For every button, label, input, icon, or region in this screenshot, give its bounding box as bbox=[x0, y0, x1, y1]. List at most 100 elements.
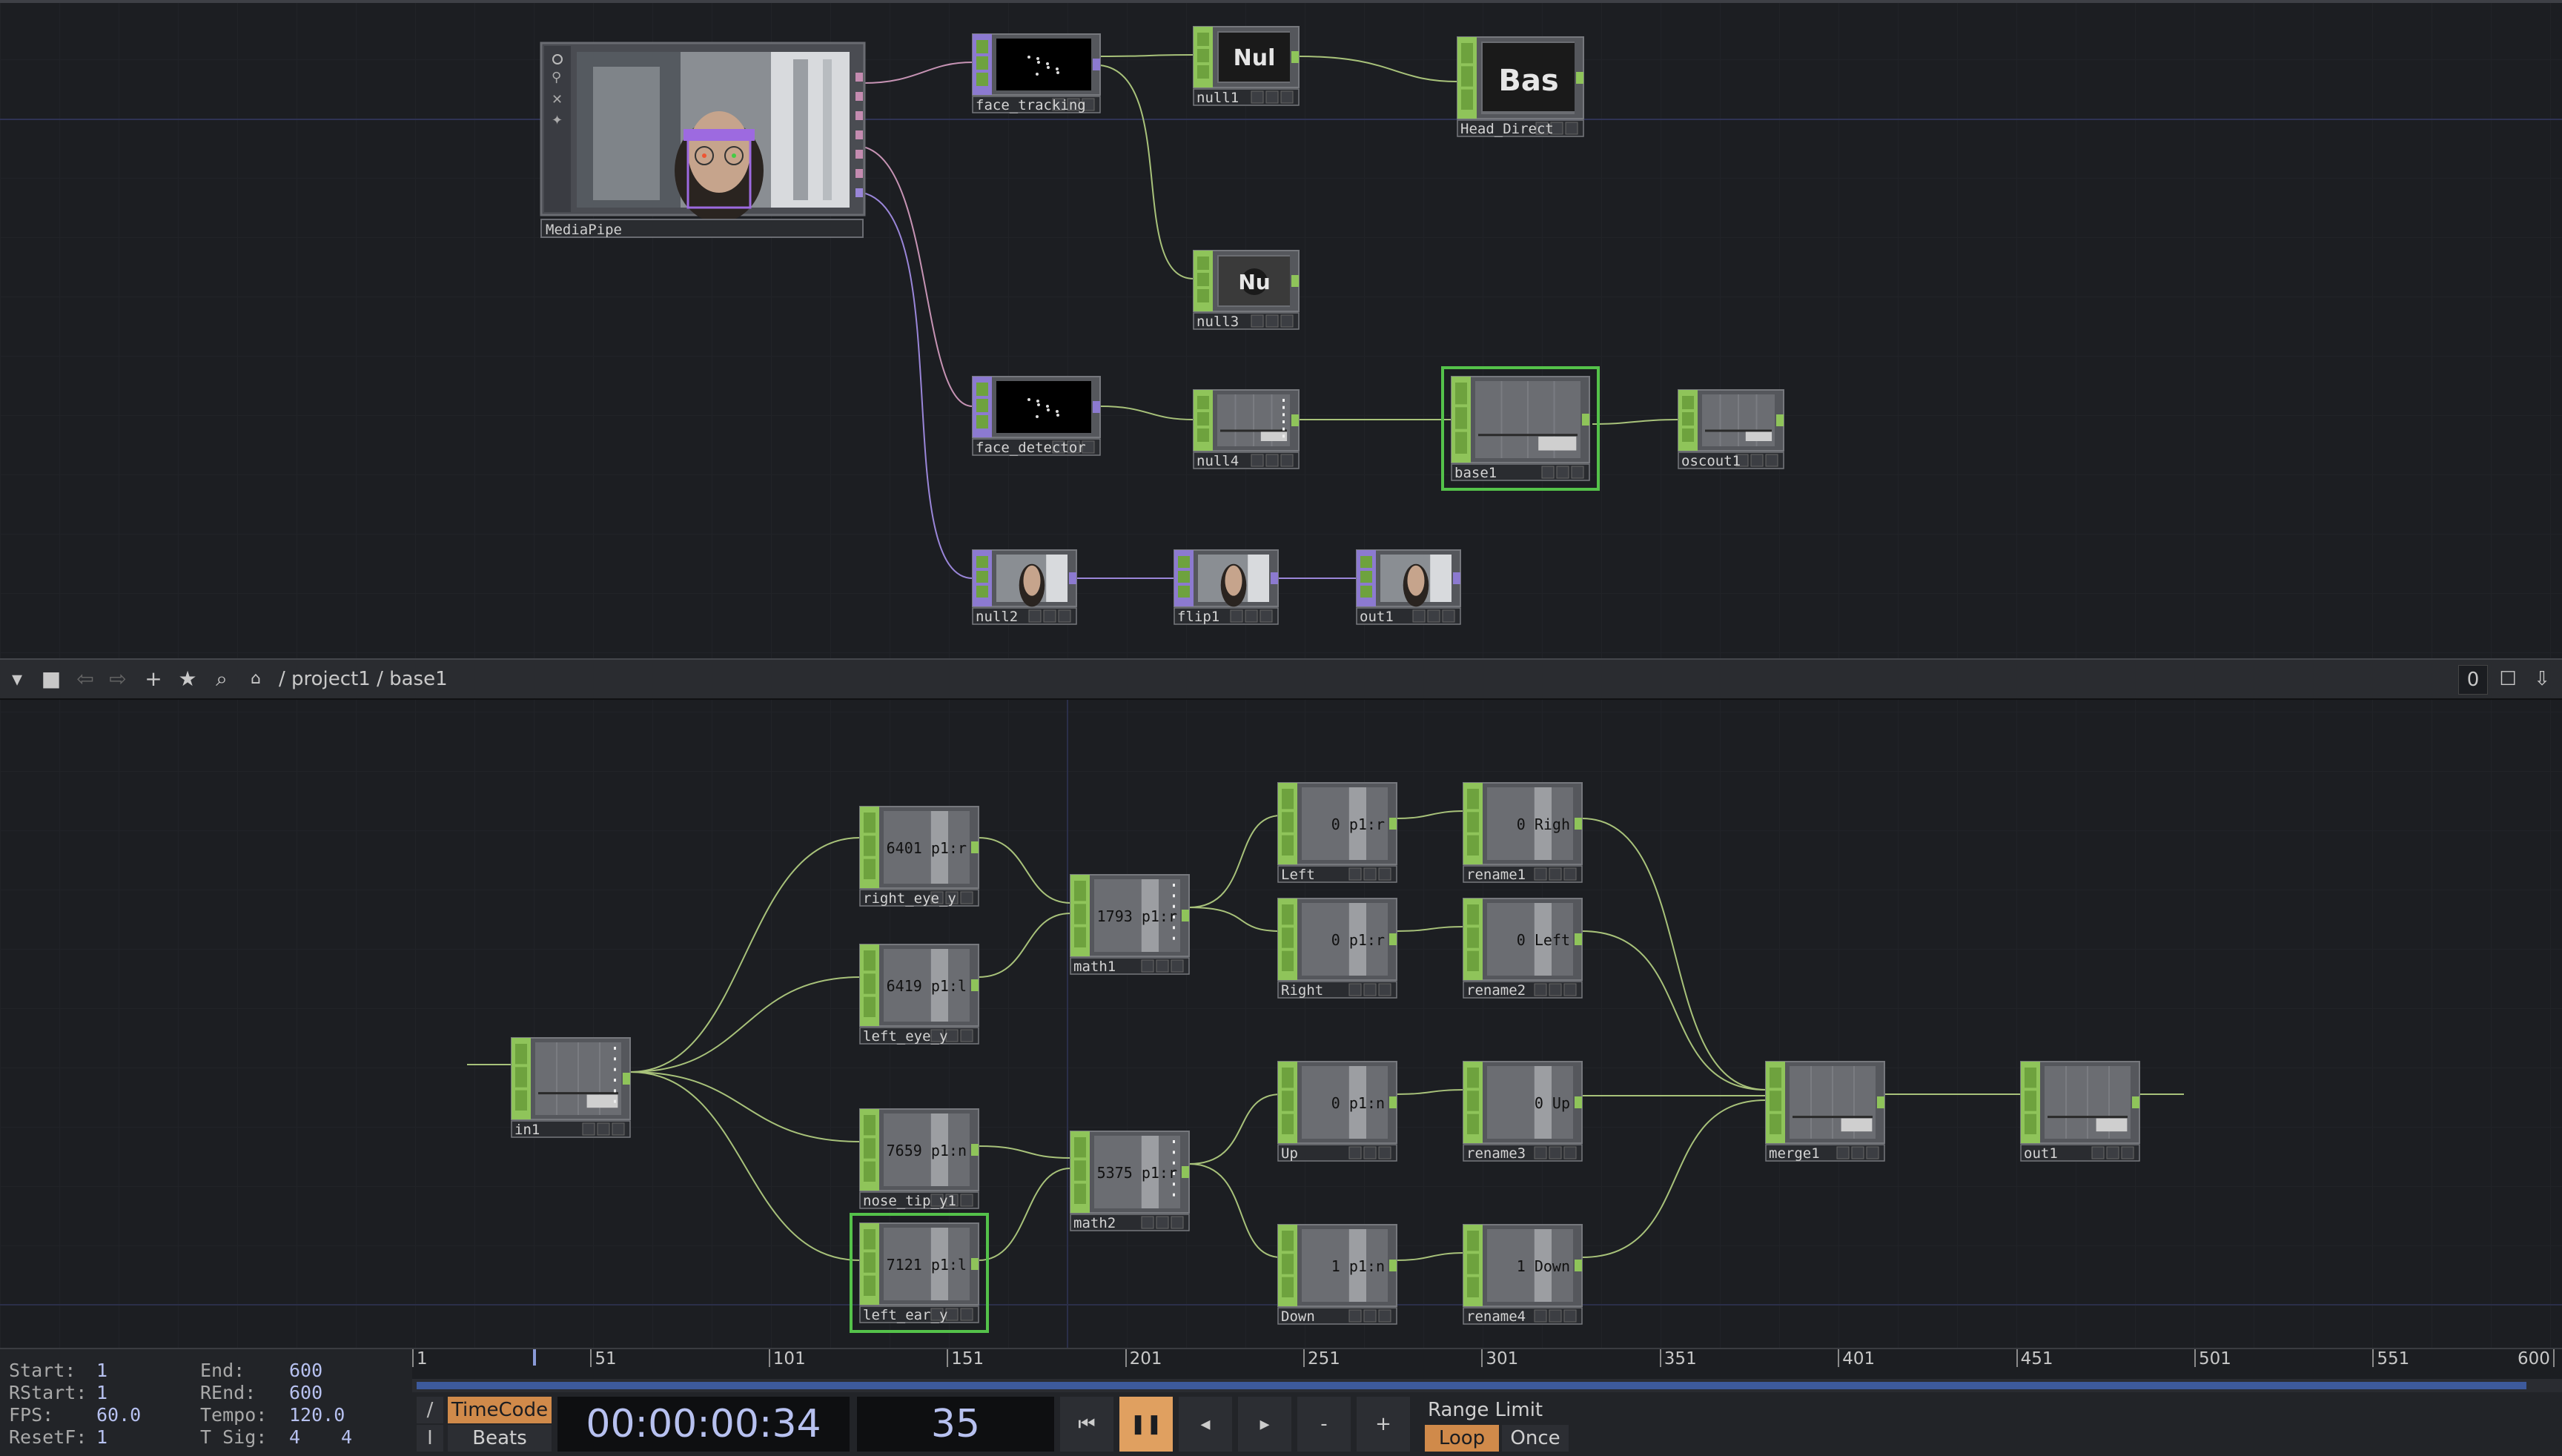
node-label: in1 bbox=[514, 1122, 540, 1138]
node-math2[interactable]: 5375 p1:r math2 bbox=[1070, 1131, 1190, 1231]
node-value: 0 Righ bbox=[1517, 815, 1570, 833]
timeline-tick: 351 bbox=[1659, 1349, 1697, 1369]
node-null4[interactable]: null4 bbox=[1193, 389, 1300, 469]
once-toggle[interactable]: Once bbox=[1502, 1425, 1569, 1452]
timeline-tick: 501 bbox=[2194, 1349, 2231, 1369]
null1-preview: Nul bbox=[1234, 45, 1276, 71]
resetf-label: ResetF: bbox=[9, 1426, 87, 1448]
node-label: left_ear_y bbox=[863, 1307, 947, 1323]
tsig-label: T Sig: bbox=[200, 1426, 268, 1448]
tsig-denominator[interactable]: 4 bbox=[341, 1426, 352, 1448]
slash-button[interactable]: / bbox=[417, 1397, 443, 1423]
fps-label: FPS: bbox=[9, 1404, 54, 1426]
timecode-toggle[interactable]: TimeCode bbox=[448, 1397, 552, 1423]
node-left-eye-y[interactable]: 6419 p1:l left_eye_y bbox=[859, 944, 979, 1045]
node-label: Right bbox=[1281, 982, 1323, 999]
node-in1[interactable]: in1 bbox=[511, 1037, 631, 1138]
end-label: End: bbox=[200, 1360, 245, 1381]
head-direct-preview: Bas bbox=[1498, 64, 1558, 98]
forward-arrow-icon[interactable]: ⇨ bbox=[104, 665, 132, 693]
node-label: nose_tip_y1 bbox=[863, 1193, 956, 1209]
node-mediapipe[interactable]: ⚲ ✕ ✦ MediaPipe bbox=[540, 42, 866, 238]
node-value: 6419 p1:l bbox=[887, 977, 967, 995]
tempo-label: Tempo: bbox=[200, 1404, 268, 1426]
minus-button[interactable]: - bbox=[1297, 1397, 1351, 1452]
fps-value[interactable]: 60.0 bbox=[96, 1404, 141, 1426]
rstart-value[interactable]: 1 bbox=[96, 1382, 107, 1403]
split-pane-icon[interactable]: ⇩ bbox=[2528, 665, 2556, 693]
node-label: null1 bbox=[1196, 90, 1239, 106]
search-icon[interactable]: ⌕ bbox=[208, 665, 236, 693]
pane-menu-icon[interactable]: ▾ bbox=[3, 665, 31, 693]
playhead[interactable] bbox=[533, 1349, 537, 1366]
add-icon[interactable]: + bbox=[139, 665, 168, 693]
node-rename3[interactable]: 0 Up rename3 bbox=[1463, 1061, 1583, 1162]
node-rename1[interactable]: 0 Righ rename1 bbox=[1463, 782, 1583, 883]
node-left[interactable]: 0 p1:r Left bbox=[1277, 782, 1397, 883]
node-label: null4 bbox=[1196, 453, 1239, 469]
node-flip1[interactable]: flip1 bbox=[1174, 549, 1279, 625]
beats-toggle[interactable]: Beats bbox=[448, 1425, 552, 1452]
rend-label: REnd: bbox=[200, 1382, 256, 1403]
node-label: base1 bbox=[1454, 465, 1497, 481]
timeline-panel: Start: 1 End: 600 RStart: 1 REnd: 600 FP… bbox=[0, 1348, 2562, 1456]
pause-icon[interactable]: ❚❚ bbox=[1119, 1397, 1173, 1452]
node-value: 5375 p1:r bbox=[1097, 1164, 1177, 1182]
svg-text:✦: ✦ bbox=[552, 113, 563, 128]
node-label: null2 bbox=[976, 609, 1018, 625]
bookmark-star-icon[interactable]: ★ bbox=[173, 665, 202, 693]
start-value[interactable]: 1 bbox=[96, 1360, 107, 1381]
i-button[interactable]: I bbox=[417, 1425, 443, 1452]
node-label: rename1 bbox=[1466, 867, 1526, 883]
network-counter: 0 bbox=[2458, 665, 2488, 695]
timeline-ruler[interactable]: 1 51 101 151 201 251 301 351 401 451 501 551 600 bbox=[412, 1349, 2562, 1379]
stop-icon[interactable]: ■ bbox=[37, 665, 65, 693]
step-back-icon[interactable]: ◂ bbox=[1179, 1397, 1232, 1452]
rend-value[interactable]: 600 bbox=[289, 1382, 322, 1403]
node-base1[interactable]: base1 bbox=[1441, 366, 1600, 491]
node-label: rename4 bbox=[1466, 1308, 1526, 1325]
node-label: rename2 bbox=[1466, 982, 1526, 999]
home-icon[interactable]: ⌂ bbox=[242, 665, 270, 693]
rewind-to-start-icon[interactable]: ⏮ bbox=[1060, 1397, 1113, 1452]
maximize-pane-icon[interactable]: ☐ bbox=[2494, 665, 2522, 693]
back-arrow-icon[interactable]: ⇦ bbox=[71, 665, 99, 693]
node-label: math1 bbox=[1073, 959, 1116, 975]
tempo-value[interactable]: 120.0 bbox=[289, 1404, 345, 1426]
resetf-value[interactable]: 1 bbox=[96, 1426, 107, 1448]
node-null2[interactable]: null2 bbox=[972, 549, 1077, 625]
timeline-tick: 151 bbox=[947, 1349, 984, 1369]
node-left-ear-y[interactable]: 7121 p1:l left_ear_y bbox=[850, 1213, 989, 1333]
tsig-numerator[interactable]: 4 bbox=[289, 1426, 300, 1448]
node-face-tracking[interactable]: face_tracking bbox=[972, 33, 1101, 113]
node-right-eye-y[interactable]: 6401 p1:r right_eye_y bbox=[859, 806, 979, 907]
node-math1[interactable]: 1793 p1:r math1 bbox=[1070, 874, 1190, 975]
node-label: Down bbox=[1281, 1308, 1315, 1325]
node-value: 7121 p1:l bbox=[887, 1256, 967, 1274]
node-merge1[interactable]: merge1 bbox=[1765, 1061, 1885, 1162]
node-down[interactable]: 1 p1:n Down bbox=[1277, 1224, 1397, 1325]
timeline-tick: 101 bbox=[768, 1349, 806, 1369]
step-forward-icon[interactable]: ▸ bbox=[1238, 1397, 1291, 1452]
node-label: Head_Direct bbox=[1460, 121, 1554, 137]
node-oscout1[interactable]: oscout1 bbox=[1678, 389, 1784, 469]
frame-display[interactable]: 35 bbox=[857, 1397, 1054, 1452]
node-nose-tip-y1[interactable]: 7659 p1:n nose_tip_y1 bbox=[859, 1108, 979, 1209]
end-value[interactable]: 600 bbox=[289, 1360, 322, 1381]
node-label: face_tracking bbox=[976, 97, 1086, 113]
node-value: 0 Up bbox=[1535, 1094, 1570, 1112]
null3-preview: Nu bbox=[1238, 270, 1270, 294]
loop-toggle[interactable]: Loop bbox=[1425, 1425, 1499, 1452]
timecode-display[interactable]: 00:00:00:34 bbox=[557, 1397, 850, 1452]
node-rename4[interactable]: 1 Down rename4 bbox=[1463, 1224, 1583, 1325]
timeline-range-bar[interactable] bbox=[412, 1379, 2562, 1392]
node-out1-top[interactable]: out1 bbox=[1356, 549, 1461, 625]
node-value: 0 p1:r bbox=[1331, 931, 1385, 949]
node-out1-chop[interactable]: out1 bbox=[2020, 1061, 2140, 1162]
node-value: 0 Left bbox=[1517, 931, 1570, 949]
node-up[interactable]: 0 p1:n Up bbox=[1277, 1061, 1397, 1162]
node-right[interactable]: 0 p1:r Right bbox=[1277, 898, 1397, 999]
node-rename2[interactable]: 0 Left rename2 bbox=[1463, 898, 1583, 999]
node-face-detector[interactable]: face_detector bbox=[972, 376, 1101, 456]
plus-button[interactable]: + bbox=[1357, 1397, 1410, 1452]
